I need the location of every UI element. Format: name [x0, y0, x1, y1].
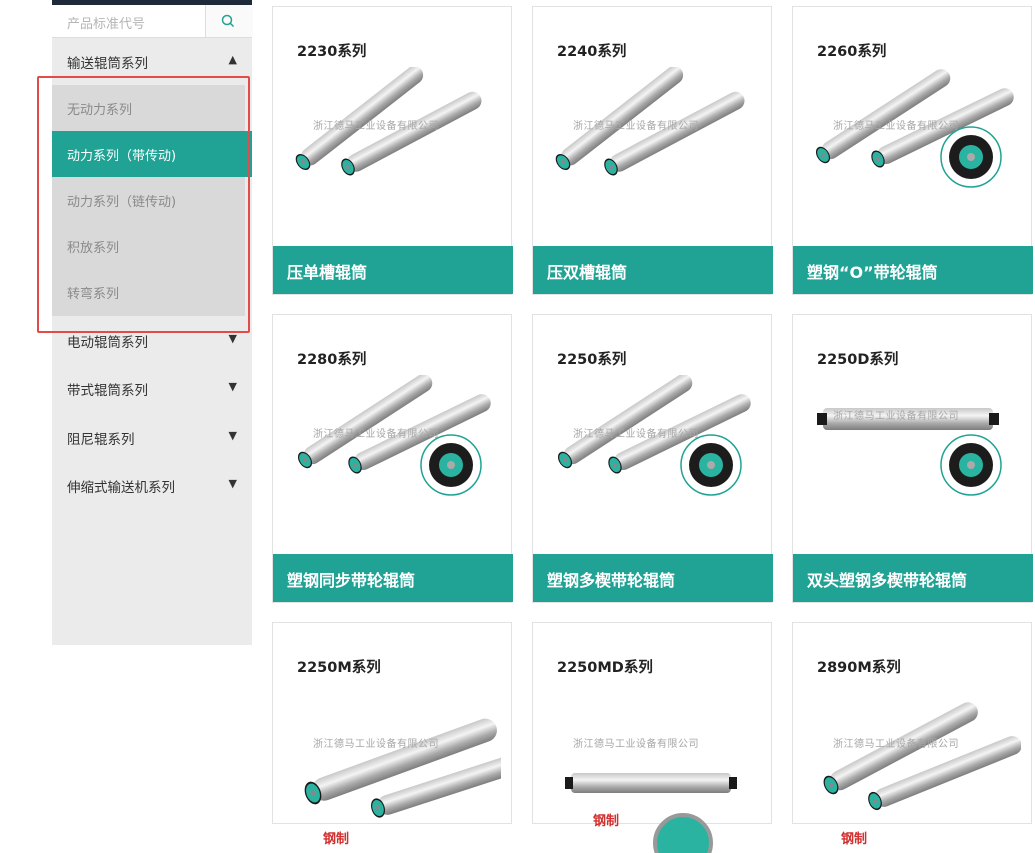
watermark: 浙江德马工业设备有限公司: [833, 121, 959, 132]
watermark: 浙江德马工业设备有限公司: [833, 739, 959, 750]
product-name-bar[interactable]: 双头塑钢多楔带轮辊筒: [793, 554, 1033, 602]
product-image: 钢制: [820, 698, 1021, 847]
product-card-2230[interactable]: 2230系列 浙江德马工业设备有限公司 压单槽辊筒: [272, 6, 513, 295]
product-image: [292, 67, 485, 178]
watermark: 浙江德马工业设备有限公司: [573, 739, 699, 750]
search-icon: [221, 14, 235, 28]
subcategory-item-accumulation[interactable]: 积放系列: [52, 223, 252, 269]
product-card-2250md[interactable]: 2250MD系列 钢制 浙江德马工业设备有限公司: [532, 622, 772, 853]
product-name-bar[interactable]: 塑钢“O”带轮辊筒: [793, 246, 1033, 294]
watermark: 浙江德马工业设备有限公司: [573, 121, 699, 132]
product-series: 2250MD系列: [557, 660, 653, 676]
product-image: [817, 408, 1002, 496]
triangle-up-icon: ▲: [228, 53, 237, 66]
subcategory-label: 动力系列（带传动): [67, 149, 177, 164]
category-label: 带式辊筒系列: [67, 383, 148, 399]
category-telescopic-conveyor[interactable]: 伸缩式输送机系列 ▼: [52, 462, 252, 508]
product-card-2260[interactable]: 2260系列 浙江德马工业设备有限公司 塑钢“O”带轮辊筒: [792, 6, 1033, 295]
product-card-2250m[interactable]: 2250M系列 钢制 浙江德马工业设备有限公司: [272, 622, 512, 847]
category-label: 输送辊筒系列: [67, 56, 148, 72]
product-series: 2250M系列: [297, 660, 381, 676]
product-series: 2240系列: [557, 44, 627, 60]
triangle-down-icon: ▼: [228, 380, 237, 393]
product-image: [295, 375, 494, 496]
triangle-down-icon: ▼: [228, 429, 237, 442]
subcategory-item-belt-driven[interactable]: 动力系列（带传动): [52, 131, 252, 177]
steel-tag: 钢制: [841, 831, 867, 847]
product-name-bar[interactable]: 塑钢同步带轮辊筒: [273, 554, 513, 602]
subcategory-list: 无动力系列 动力系列（带传动) 动力系列（链传动) 积放系列 转弯系列: [52, 85, 252, 316]
subcategory-label: 转弯系列: [67, 287, 120, 302]
search-box: 产品标准代号: [52, 5, 253, 38]
product-name: 塑钢同步带轮辊筒: [287, 571, 416, 590]
product-series: 2230系列: [297, 44, 367, 60]
watermark: 浙江德马工业设备有限公司: [313, 739, 439, 750]
watermark: 浙江德马工业设备有限公司: [573, 429, 699, 440]
steel-tag: 钢制: [593, 813, 619, 829]
watermark: 浙江德马工业设备有限公司: [313, 121, 439, 132]
triangle-down-icon: ▼: [228, 332, 237, 345]
watermark: 浙江德马工业设备有限公司: [833, 411, 959, 422]
product-image: [555, 375, 754, 496]
product-card-2890m[interactable]: 2890M系列 钢制 浙江德马工业设备有限公司: [792, 622, 1032, 847]
product-image: 钢制: [565, 773, 737, 853]
product-image: [813, 67, 1017, 188]
product-name: 压单槽辊筒: [287, 263, 368, 282]
subcategory-label: 动力系列（链传动): [67, 195, 177, 210]
product-name-bar[interactable]: 塑钢多楔带轮辊筒: [533, 554, 773, 602]
product-name: 塑钢多楔带轮辊筒: [547, 571, 676, 590]
subcategory-item-chain-driven[interactable]: 动力系列（链传动): [52, 177, 252, 223]
product-name: 塑钢“O”带轮辊筒: [807, 263, 938, 282]
product-card-2250[interactable]: 2250系列 浙江德马工业设备有限公司 塑钢多楔带轮辊筒: [532, 314, 773, 603]
product-name-bar[interactable]: 压双槽辊筒: [533, 246, 773, 294]
steel-tag: 钢制: [323, 831, 349, 847]
watermark: 浙江德马工业设备有限公司: [313, 429, 439, 440]
product-series: 2250D系列: [817, 352, 899, 368]
category-label: 电动辊筒系列: [67, 335, 148, 351]
category-belt-roller[interactable]: 带式辊筒系列 ▼: [52, 365, 252, 411]
search-button[interactable]: [205, 5, 253, 37]
search-input[interactable]: 产品标准代号: [67, 13, 145, 32]
product-card-2280[interactable]: 2280系列 浙江德马工业设备有限公司 塑钢同步带轮辊筒: [272, 314, 513, 603]
triangle-down-icon: ▼: [228, 477, 237, 490]
product-series: 2250系列: [557, 352, 627, 368]
product-card-2250d[interactable]: 2250D系列 浙江德马工业设备有限公司 双头塑钢多楔带轮辊筒: [792, 314, 1033, 603]
product-series: 2280系列: [297, 352, 367, 368]
product-name: 双头塑钢多楔带轮辊筒: [807, 571, 968, 590]
product-series: 2260系列: [817, 44, 887, 60]
product-image: [552, 67, 748, 178]
category-conveyor-roller[interactable]: 输送辊筒系列 ▲: [52, 38, 252, 84]
category-damping-roller[interactable]: 阻尼辊系列 ▼: [52, 414, 252, 460]
product-card-2240[interactable]: 2240系列 浙江德马工业设备有限公司 压双槽辊筒: [532, 6, 773, 295]
subcategory-label: 积放系列: [67, 241, 120, 256]
product-series: 2890M系列: [817, 660, 901, 676]
subcategory-item-unpowered[interactable]: 无动力系列: [52, 85, 252, 131]
product-name: 压双槽辊筒: [547, 263, 628, 282]
category-label: 阻尼辊系列: [67, 432, 135, 448]
product-name-bar[interactable]: 压单槽辊筒: [273, 246, 513, 294]
product-image: 钢制: [301, 715, 501, 847]
subcategory-label: 无动力系列: [67, 103, 133, 118]
category-label: 伸缩式输送机系列: [67, 480, 175, 496]
category-motorized-roller[interactable]: 电动辊筒系列 ▼: [52, 317, 252, 363]
subcategory-item-curve[interactable]: 转弯系列: [52, 269, 252, 315]
